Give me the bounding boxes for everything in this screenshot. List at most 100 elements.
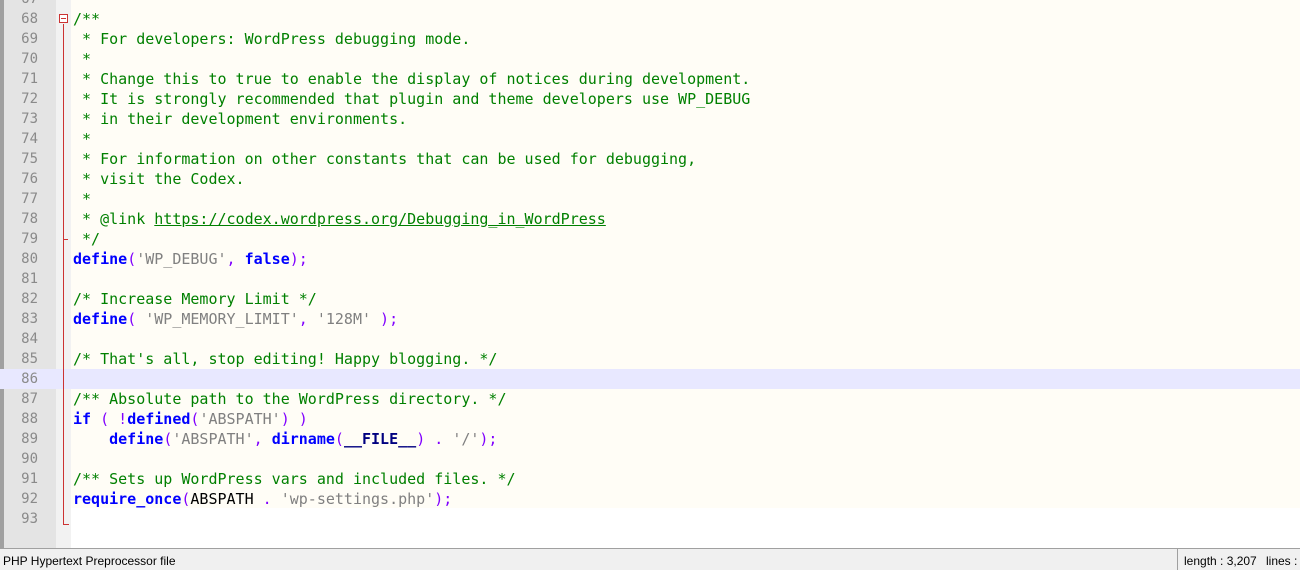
code-token: ); [371, 310, 399, 328]
code-line[interactable]: 87 /** Absolute path to the WordPress dir… [0, 389, 1300, 409]
code-text[interactable]: /** Sets up WordPress vars and included … [73, 469, 516, 489]
code-link[interactable]: https://codex.wordpress.org/Debugging_in… [154, 210, 606, 228]
fold-end-marker [63, 524, 69, 525]
code-token: /** [73, 10, 101, 28]
fold-end-marker [63, 239, 68, 240]
line-number: 92 [21, 491, 38, 507]
code-token: /** Sets up WordPress vars and included … [73, 470, 516, 488]
code-line[interactable]: 93 [0, 509, 1300, 529]
code-line[interactable]: 74 * [0, 129, 1300, 149]
code-token: /* That's all, stop editing! Happy blogg… [73, 350, 498, 368]
code-text[interactable]: /* That's all, stop editing! Happy blogg… [73, 349, 497, 369]
fold-guide [63, 389, 64, 409]
code-text[interactable]: * For developers: WordPress debugging mo… [73, 29, 470, 49]
code-token: ); [434, 490, 453, 508]
line-number: 67 [4, 0, 38, 9]
code-token: , [253, 430, 272, 448]
code-line[interactable]: 76 * visit the Codex. [0, 169, 1300, 189]
code-line[interactable]: 92 require_once(ABSPATH . 'wp-settings.ph… [0, 489, 1300, 509]
code-line[interactable]: 67 [0, 0, 1300, 9]
code-text[interactable]: */ [73, 229, 100, 249]
code-line[interactable]: 79 */ [0, 229, 1300, 249]
status-file-type: PHP Hypertext Preprocessor file [3, 554, 176, 568]
code-line[interactable]: 72 * It is strongly recommended that plu… [0, 89, 1300, 109]
code-token: * [73, 130, 92, 148]
line-number: 88 [21, 411, 38, 427]
code-line[interactable]: 81 [0, 269, 1300, 289]
fold-collapse-icon[interactable] [59, 14, 68, 23]
code-text[interactable]: * in their development environments. [73, 109, 407, 129]
code-line[interactable]: 82 /* Increase Memory Limit */ [0, 289, 1300, 309]
code-text[interactable]: * [73, 129, 91, 149]
code-line[interactable]: 77 * [0, 189, 1300, 209]
code-line[interactable]: 84 [0, 329, 1300, 349]
code-token: define [73, 310, 128, 328]
fold-guide [63, 169, 64, 189]
code-text[interactable]: * It is strongly recommended that plugin… [73, 89, 750, 109]
code-line[interactable]: 78 * @link https://codex.wordpress.org/D… [0, 209, 1300, 229]
code-text[interactable]: * @link https://codex.wordpress.org/Debu… [73, 209, 606, 229]
code-text[interactable]: * Change this to true to enable the disp… [73, 69, 750, 89]
code-line[interactable]: 89 define('ABSPATH', dirname(__FILE__) .… [0, 429, 1300, 449]
code-line[interactable]: 88 if ( !defined('ABSPATH') ) [0, 409, 1300, 429]
code-text[interactable]: if ( !defined('ABSPATH') ) [73, 409, 308, 429]
code-text[interactable]: * [73, 189, 91, 209]
fold-guide [63, 129, 64, 149]
line-number: 68 [21, 11, 38, 27]
code-text[interactable]: /** Absolute path to the WordPress direc… [73, 389, 506, 409]
code-text[interactable]: /* Increase Memory Limit */ [73, 289, 317, 309]
code-text[interactable]: * visit the Codex. [73, 169, 245, 189]
code-line[interactable]: 86 [0, 369, 1300, 389]
code-line[interactable]: 83 define( 'WP_MEMORY_LIMIT', '128M' ); [0, 309, 1300, 329]
code-text[interactable]: define('WP_DEBUG', false); [73, 249, 308, 269]
code-token: if [73, 410, 92, 428]
code-text[interactable]: require_once(ABSPATH . 'wp-settings.php'… [73, 489, 452, 509]
code-token: * [73, 190, 92, 208]
code-line[interactable]: 73 * in their development environments. [0, 109, 1300, 129]
code-text[interactable]: * For information on other constants tha… [73, 149, 696, 169]
code-token: * It is strongly recommended that plugin… [73, 90, 751, 108]
code-text[interactable]: define('ABSPATH', dirname(__FILE__) . '/… [73, 429, 497, 449]
code-token: ) . [416, 430, 453, 448]
line-number: 84 [21, 331, 38, 347]
code-line[interactable]: 71 * Change this to true to enable the d… [0, 69, 1300, 89]
code-text[interactable]: define( 'WP_MEMORY_LIMIT', '128M' ); [73, 309, 398, 329]
code-token: /** Absolute path to the WordPress direc… [73, 390, 507, 408]
code-line[interactable]: 70 * [0, 49, 1300, 69]
code-line[interactable]: 69 * For developers: WordPress debugging… [0, 29, 1300, 49]
code-token: '/' [452, 430, 480, 448]
code-line[interactable]: 91 /** Sets up WordPress vars and include… [0, 469, 1300, 489]
status-length: length : 3,207 [1184, 554, 1257, 568]
fold-guide [63, 269, 64, 289]
code-token: 'ABSPATH' [172, 430, 254, 448]
code-text[interactable]: /** [73, 9, 100, 29]
code-line[interactable]: 85 /* That's all, stop editing! Happy blo… [0, 349, 1300, 369]
fold-guide [63, 69, 64, 89]
code-token: . [253, 490, 281, 508]
code-token: 'ABSPATH' [199, 410, 281, 428]
editor-text-area[interactable]: 67 68 /**69 * For developers: WordPress de… [0, 0, 1300, 529]
code-token: '128M' [316, 310, 372, 328]
code-line[interactable]: 80 define('WP_DEBUG', false); [0, 249, 1300, 269]
status-bar: PHP Hypertext Preprocessor file length :… [0, 548, 1300, 570]
fold-guide [63, 109, 64, 129]
code-text[interactable]: * [73, 49, 91, 69]
line-number: 82 [21, 291, 38, 307]
fold-guide [63, 329, 64, 349]
line-number: 93 [21, 511, 38, 527]
code-token: ); [289, 250, 308, 268]
code-line[interactable]: 90 [0, 449, 1300, 469]
code-token: ABSPATH [190, 490, 254, 508]
code-line[interactable]: 75 * For information on other constants … [0, 149, 1300, 169]
line-number: 85 [21, 351, 38, 367]
code-line[interactable]: 68 /** [0, 9, 1300, 29]
line-number: 80 [21, 251, 38, 267]
fold-guide [63, 189, 64, 209]
line-number: 76 [21, 171, 38, 187]
fold-guide [63, 349, 64, 369]
line-number: 78 [21, 211, 38, 227]
code-token: * Change this to true to enable the disp… [73, 70, 751, 88]
code-token: ( [127, 310, 146, 328]
code-token: define [109, 430, 164, 448]
